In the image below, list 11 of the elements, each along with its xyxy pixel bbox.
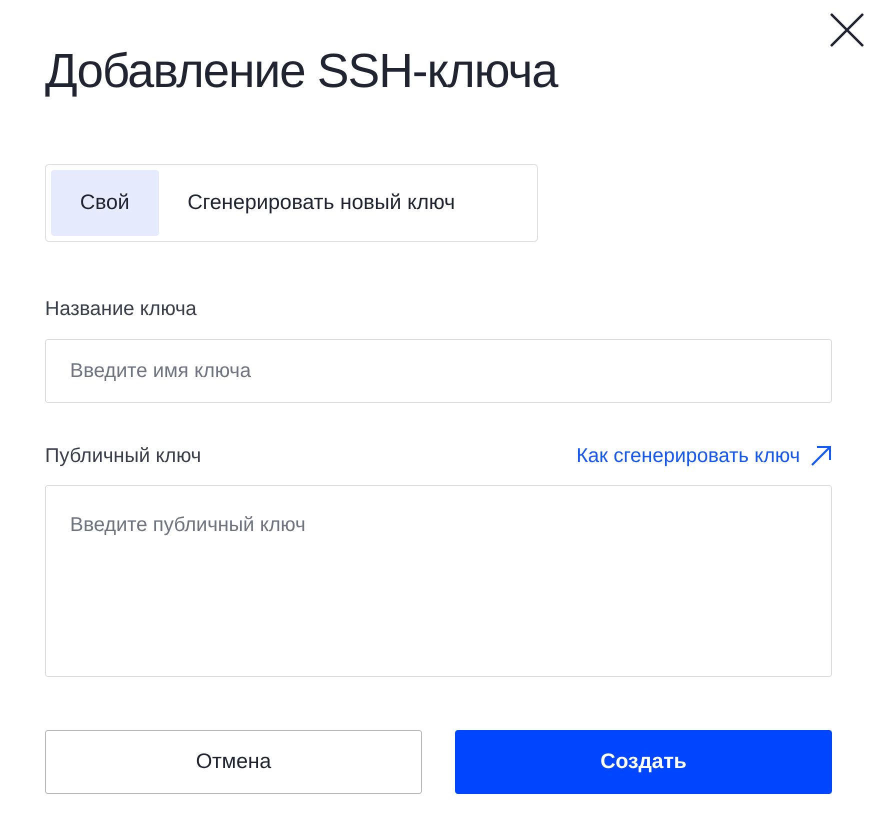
dialog-title: Добавление SSH-ключа: [45, 44, 559, 100]
create-button[interactable]: Создать: [455, 730, 832, 794]
tab[interactable]: Свой: [51, 170, 158, 236]
input-field[interactable]: Введите публичный ключ: [45, 485, 832, 677]
arrow-up-right-icon: [810, 445, 832, 467]
field-label: Публичный ключ: [45, 444, 202, 469]
input-field[interactable]: Введите имя ключа: [45, 339, 832, 403]
tab[interactable]: Сгенерировать новый ключ: [158, 170, 484, 236]
cancel-button[interactable]: Отмена: [45, 730, 422, 794]
help-link[interactable]: Как сгенерировать ключ: [576, 441, 832, 471]
field-label: Название ключа: [45, 297, 198, 322]
